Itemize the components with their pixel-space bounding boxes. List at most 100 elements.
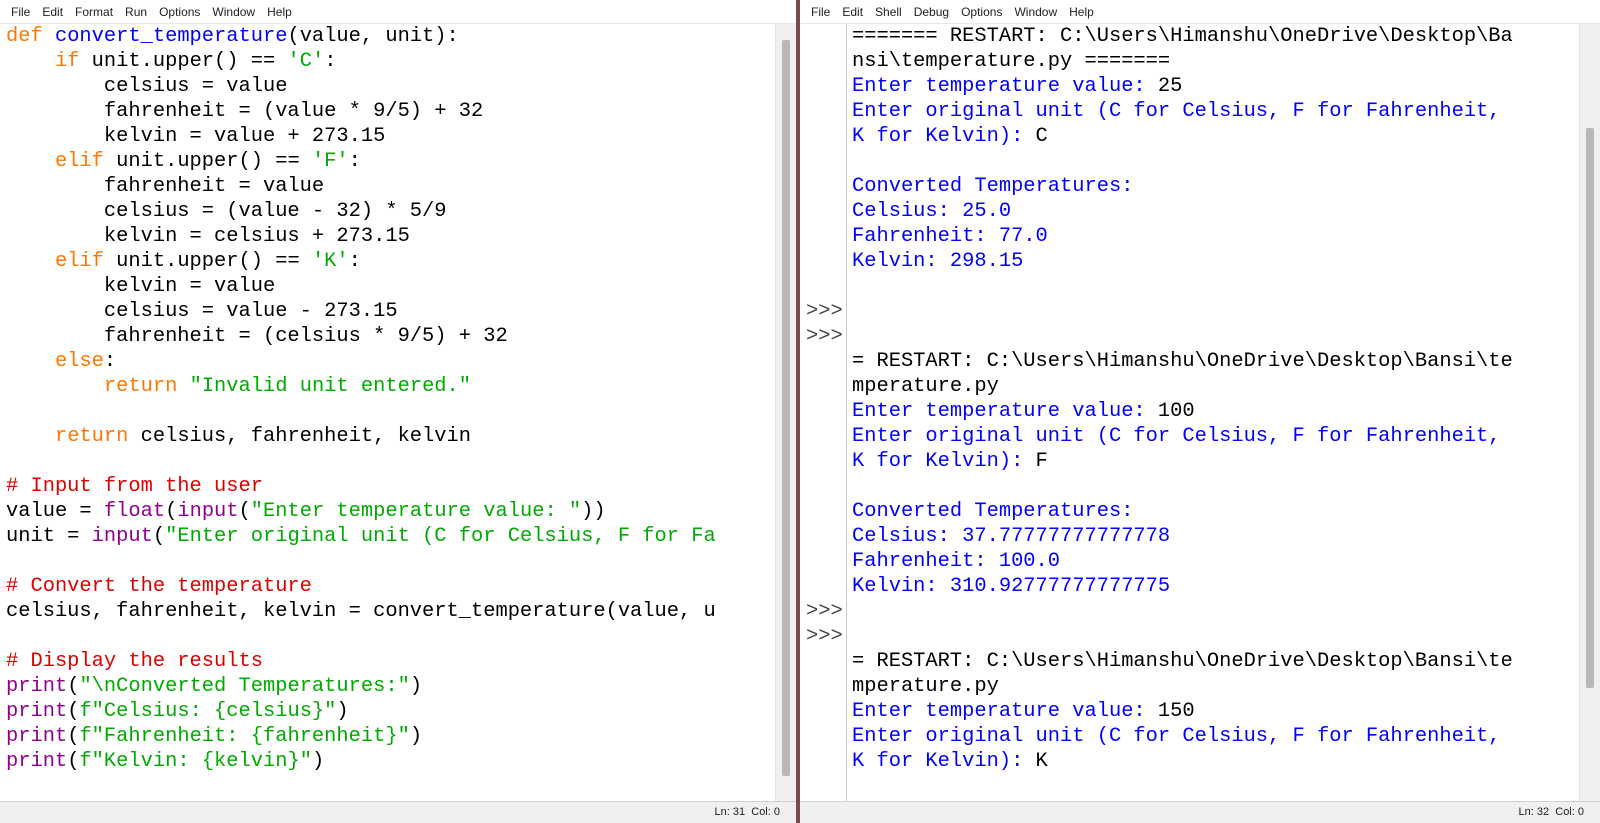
code-token: 'F' [311,150,349,173]
shell-statusbar: Ln: 32 Col: 0 [800,801,1600,823]
code-token: return [54,425,129,448]
shell-window: File Edit Shell Debug Options Window Hel… [800,0,1600,823]
code-line: # Display the results [6,649,774,674]
shell-scroll-thumb[interactable] [1586,128,1594,688]
code-token: )) [581,500,606,523]
shell-prompt [800,699,846,724]
shell-menu-debug[interactable]: Debug [908,5,955,19]
code-token: float [103,500,166,523]
code-line: fahrenheit = (celsius * 9/5) + 32 [6,324,774,349]
code-token: print [6,750,68,773]
code-token: mperature.py [852,675,999,698]
code-token: 'C' [287,50,325,73]
code-line: else: [6,349,774,374]
editor-menu-help[interactable]: Help [261,5,298,19]
shell-cursor-position: Ln: 32 Col: 0 [1519,806,1584,818]
code-token: # Display the results [6,650,263,673]
shell-prompt [800,374,846,399]
code-editor[interactable]: def convert_temperature(value, unit): if… [0,24,774,801]
shell-line: K for Kelvin): K [852,749,1578,774]
shell-menu-options[interactable]: Options [955,5,1008,19]
shell-prompt [800,149,846,174]
code-token: K [1035,750,1048,773]
shell-prompt [800,524,846,549]
code-token: fahrenheit = (value * 9/5) + 32 [6,100,484,123]
code-token: Enter temperature value: [852,700,1158,723]
editor-menu-run[interactable]: Run [119,5,153,19]
code-token: (value, unit): [287,25,459,48]
shell-scrollbar[interactable] [1579,24,1600,801]
editor-menu-file[interactable]: File [5,5,36,19]
shell-line: ======= RESTART: C:\Users\Himanshu\OneDr… [852,24,1578,49]
code-token: Fahrenheit: 77.0 [852,225,1048,248]
editor-menu-format[interactable]: Format [69,5,119,19]
code-token: f"Celsius: {celsius}" [79,700,337,723]
code-line: celsius, fahrenheit, kelvin = convert_te… [6,599,774,624]
shell-prompt [800,174,846,199]
editor-scroll-thumb[interactable] [782,40,790,776]
editor-menu-window[interactable]: Window [206,5,261,19]
code-line: kelvin = value + 273.15 [6,124,774,149]
shell-prompt-gutter: >>> >>> >>> >>> [800,24,847,801]
code-token: kelvin = value + 273.15 [6,125,386,148]
code-token: Fahrenheit: 100.0 [852,550,1061,573]
code-token: ( [67,700,80,723]
code-token: F [1035,450,1048,473]
code-token: nsi\temperature.py ======= [852,50,1171,73]
shell-output[interactable]: ======= RESTART: C:\Users\Himanshu\OneDr… [852,24,1578,801]
code-token: print [6,675,68,698]
code-token: f"Kelvin: {kelvin}" [79,750,312,773]
shell-menu-shell[interactable]: Shell [869,5,908,19]
code-token: celsius = value - 273.15 [6,300,398,323]
code-line: print(f"Celsius: {celsius}") [6,699,774,724]
shell-prompt [800,99,846,124]
editor-menubar: File Edit Format Run Options Window Help [0,0,796,24]
code-token: unit = [6,525,92,548]
code-token: Converted Temperatures: [852,175,1134,198]
code-token: value = [6,500,104,523]
code-token: K for Kelvin): [852,450,1036,473]
code-token: Celsius: 25.0 [852,200,1012,223]
code-token: unit.upper() == [103,250,312,273]
shell-menu-file[interactable]: File [805,5,836,19]
code-token: ( [152,525,166,548]
shell-line: Enter original unit (C for Celsius, F fo… [852,99,1578,124]
shell-menu-window[interactable]: Window [1008,5,1063,19]
code-line: celsius = value [6,74,774,99]
shell-menu-help[interactable]: Help [1063,5,1100,19]
editor-cursor-position: Ln: 31 Col: 0 [715,806,780,818]
code-token: celsius, fahrenheit, kelvin [128,425,471,448]
code-token: ) [336,700,349,723]
code-token: f"Fahrenheit: {fahrenheit}" [79,725,410,748]
editor-col-number: Col: 0 [751,806,780,818]
editor-menu-options[interactable]: Options [153,5,206,19]
shell-line: Converted Temperatures: [852,499,1578,524]
code-line: elif unit.upper() == 'K': [6,249,774,274]
shell-prompt [800,124,846,149]
shell-line: mperature.py [852,674,1578,699]
shell-menu-edit[interactable]: Edit [836,5,869,19]
editor-menu-edit[interactable]: Edit [36,5,69,19]
shell-line: = RESTART: C:\Users\Himanshu\OneDrive\De… [852,349,1578,374]
code-line: # Input from the user [6,474,774,499]
shell-prompt [800,574,846,599]
shell-prompt [800,74,846,99]
shell-line: Celsius: 37.77777777777778 [852,524,1578,549]
editor-window: File Edit Format Run Options Window Help… [0,0,796,823]
code-token: fahrenheit = (celsius * 9/5) + 32 [6,325,508,348]
code-line: celsius = (value - 32) * 5/9 [6,199,774,224]
shell-prompt [800,774,846,799]
code-line: unit = input("Enter original unit (C for… [6,524,774,549]
code-token: # Input from the user [6,475,263,498]
code-line: fahrenheit = (value * 9/5) + 32 [6,99,774,124]
editor-scrollbar[interactable] [775,24,796,801]
shell-line: Fahrenheit: 77.0 [852,224,1578,249]
